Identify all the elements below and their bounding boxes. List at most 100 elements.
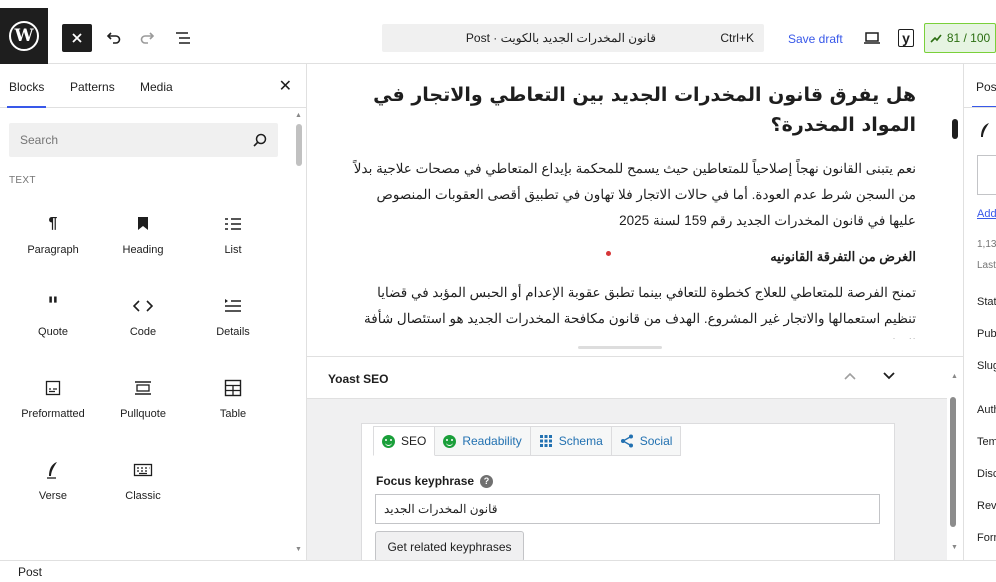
publish-row[interactable]: Pub [977,328,996,340]
details-icon [224,294,242,318]
block-heading[interactable]: Heading [98,198,188,268]
metabox-scrollbar[interactable]: ▲ ▼ [947,357,963,560]
focus-keyphrase-input[interactable] [376,495,879,523]
block-list[interactable]: List [188,198,278,268]
tab-label: SEO [401,434,427,448]
heading-block[interactable]: هل يفرق قانون المخدرات الجديد بين التعاط… [353,80,916,140]
paragraph-block[interactable]: نعم يتبنى القانون نهجاً إصلاحياً للمتعاط… [353,156,916,234]
paragraph-icon: ¶ [48,215,58,232]
command-shortcut: Ctrl+K [720,31,754,45]
block-classic[interactable]: Classic [98,444,188,514]
scroll-down-icon[interactable]: ▼ [295,546,302,553]
yoast-icon[interactable]: y [895,27,917,49]
heading-icon [136,212,150,236]
block-label: Details [216,326,250,338]
block-table[interactable]: Table [188,362,278,432]
subheading-block[interactable]: الغرض من التفرقة القانونيه [353,244,916,270]
resize-grip[interactable] [578,346,662,349]
block-label: Classic [125,490,161,502]
block-label: Table [219,408,247,420]
preview-icon [864,32,880,44]
discussion-row[interactable]: Disc [977,468,996,480]
grid-icon [539,435,552,447]
tab-blocks[interactable]: Blocks [6,80,47,108]
tab-social[interactable]: Social [611,426,682,456]
preview-button[interactable] [858,24,886,52]
document-overview-button[interactable] [169,24,197,52]
related-keyphrases-button[interactable]: Get related keyphrases [375,531,524,562]
table-icon [224,376,242,400]
tab-label: Schema [558,434,603,448]
post-content: هل يفرق قانون المخدرات الجديد بين التعاط… [353,80,916,339]
breadcrumb[interactable]: Post [18,565,42,579]
tab-post[interactable]: Post [971,80,996,108]
block-label: List [224,244,242,256]
block-inserter-panel: Blocks Patterns Media ✕ TEXT ¶ Paragraph… [0,64,307,560]
block-quote[interactable]: " Quote [8,280,98,350]
block-preformatted[interactable]: Preformatted [8,362,98,432]
scrollbar-thumb[interactable] [950,397,956,527]
block-code[interactable]: Code [98,280,188,350]
move-up-icon[interactable] [843,369,857,386]
wordpress-icon: W [9,21,39,51]
block-editor: W Post · قانون المخدرات الجديد بالكويت C… [0,0,996,582]
smiley-good-icon [443,434,457,448]
scroll-down-icon[interactable]: ▼ [951,544,958,551]
block-label: Paragraph [27,244,79,256]
redo-button[interactable] [134,24,162,52]
word-count: 1,13 [977,239,996,250]
undo-icon [106,32,121,44]
block-pullquote[interactable]: Pullquote [98,362,188,432]
tab-seo[interactable]: SEO [373,426,436,456]
verse-icon [46,458,60,482]
block-label: Quote [38,326,68,338]
scroll-up-icon[interactable]: ▲ [295,112,302,119]
editor-footer: Post [0,560,996,582]
editor-header: W Post · قانون المخدرات الجديد بالكويت C… [0,0,996,64]
author-row[interactable]: Auth [977,404,996,416]
document-title: Post · قانون المخدرات الجديد بالكويت [465,31,656,45]
scrollbar-thumb[interactable] [296,124,302,166]
block-label: Pullquote [120,408,166,420]
wordpress-logo-button[interactable]: W [0,8,48,64]
canvas-scrollbar[interactable] [950,105,962,335]
search-icon [253,133,267,147]
block-label: Code [129,326,157,338]
toggle-panel-icon[interactable] [882,369,896,386]
help-icon[interactable]: ? [480,474,494,488]
search-input[interactable] [9,123,278,157]
tab-schema[interactable]: Schema [530,426,612,456]
seo-score-value: 81 / 100 [946,31,991,45]
metabox-header[interactable]: Yoast SEO [307,357,963,399]
block-label: Preformatted [21,408,85,420]
format-row[interactable]: Forr [977,532,996,544]
inserter-scrollbar[interactable]: ▲ ▼ [293,112,305,556]
focus-keyphrase-text: Focus keyphrase [376,474,475,488]
revisions-row[interactable]: Revi [977,500,996,512]
document-overview-icon [176,32,190,44]
classic-icon [133,458,153,482]
slug-row[interactable]: Slug [977,360,996,372]
code-icon [133,294,153,318]
tab-label: Social [639,434,673,448]
command-palette-button[interactable]: Post · قانون المخدرات الجديد بالكويت Ctr… [382,24,764,52]
undo-button[interactable] [99,24,127,52]
seo-score-button[interactable]: 81 / 100 [924,23,996,53]
template-row[interactable]: Tem [977,436,996,448]
featured-image-box[interactable] [977,155,996,195]
close-inserter-button[interactable] [62,24,92,52]
add-link[interactable]: Add [977,208,996,220]
save-draft-button[interactable]: Save draft [788,32,843,46]
tab-readability[interactable]: Readability [435,426,531,456]
tab-media[interactable]: Media [140,80,173,94]
block-paragraph[interactable]: ¶ Paragraph [8,198,98,268]
block-verse[interactable]: Verse [8,444,98,514]
metabox-resize-handle[interactable] [307,339,963,357]
tab-patterns[interactable]: Patterns [70,80,115,94]
close-icon[interactable]: ✕ [279,76,292,96]
scrollbar-thumb[interactable] [952,119,958,139]
scroll-up-icon[interactable]: ▲ [951,373,958,380]
paragraph-block[interactable]: تمنح الفرصة للمتعاطي للعلاج كخطوة للتعاف… [353,280,916,339]
status-row[interactable]: Stat [977,296,996,308]
block-details[interactable]: Details [188,280,278,350]
